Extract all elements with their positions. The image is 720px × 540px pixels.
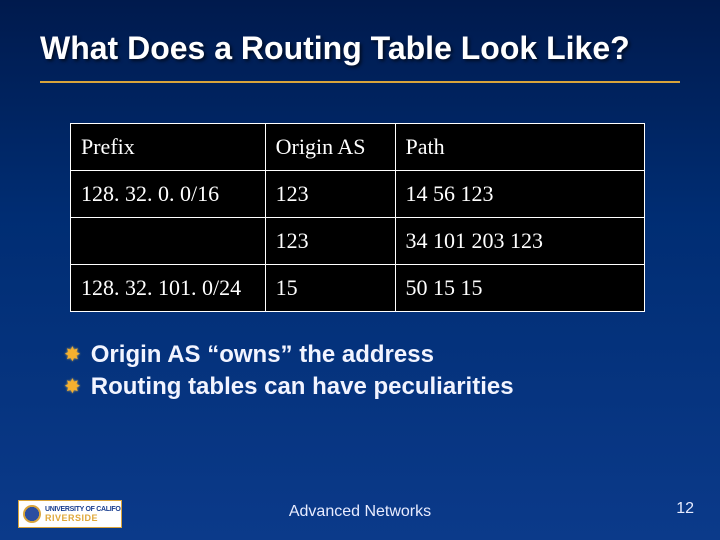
- slide-title: What Does a Routing Table Look Like?: [40, 30, 680, 67]
- routing-table: Prefix Origin AS Path 128. 32. 0. 0/16 1…: [70, 123, 645, 312]
- starburst-icon: ✸: [64, 372, 81, 402]
- bullet-text: Routing tables can have peculiarities: [91, 372, 514, 402]
- cell-origin: 123: [265, 171, 395, 218]
- table-row: 123 34 101 203 123: [71, 218, 645, 265]
- table-header-row: Prefix Origin AS Path: [71, 124, 645, 171]
- bullet-text: Origin AS “owns” the address: [91, 340, 434, 370]
- cell-path: 34 101 203 123: [395, 218, 645, 265]
- table-row: 128. 32. 0. 0/16 123 14 56 123: [71, 171, 645, 218]
- title-underline: [40, 81, 680, 83]
- col-header-prefix: Prefix: [71, 124, 266, 171]
- col-header-origin: Origin AS: [265, 124, 395, 171]
- cell-origin: 123: [265, 218, 395, 265]
- logo-line2: RIVERSIDE: [45, 514, 122, 522]
- starburst-icon: ✸: [64, 340, 81, 370]
- list-item: ✸ Routing tables can have peculiarities: [64, 372, 680, 402]
- slide: What Does a Routing Table Look Like? Pre…: [0, 0, 720, 540]
- footer-caption: Advanced Networks: [289, 503, 431, 521]
- logo-text: UNIVERSITY OF CALIFORNIA RIVERSIDE: [45, 506, 122, 522]
- table-row: 128. 32. 101. 0/24 15 50 15 15: [71, 265, 645, 312]
- bullet-list: ✸ Origin AS “owns” the address ✸ Routing…: [64, 340, 680, 402]
- footer: UNIVERSITY OF CALIFORNIA RIVERSIDE Advan…: [0, 494, 720, 530]
- col-header-path: Path: [395, 124, 645, 171]
- cell-prefix: 128. 32. 101. 0/24: [71, 265, 266, 312]
- list-item: ✸ Origin AS “owns” the address: [64, 340, 680, 370]
- seal-icon: [23, 505, 41, 523]
- routing-table-wrap: Prefix Origin AS Path 128. 32. 0. 0/16 1…: [70, 123, 650, 312]
- cell-path: 50 15 15: [395, 265, 645, 312]
- cell-origin: 15: [265, 265, 395, 312]
- cell-prefix: 128. 32. 0. 0/16: [71, 171, 266, 218]
- page-number: 12: [676, 500, 694, 518]
- uc-riverside-logo: UNIVERSITY OF CALIFORNIA RIVERSIDE: [18, 500, 122, 528]
- cell-prefix: [71, 218, 266, 265]
- cell-path: 14 56 123: [395, 171, 645, 218]
